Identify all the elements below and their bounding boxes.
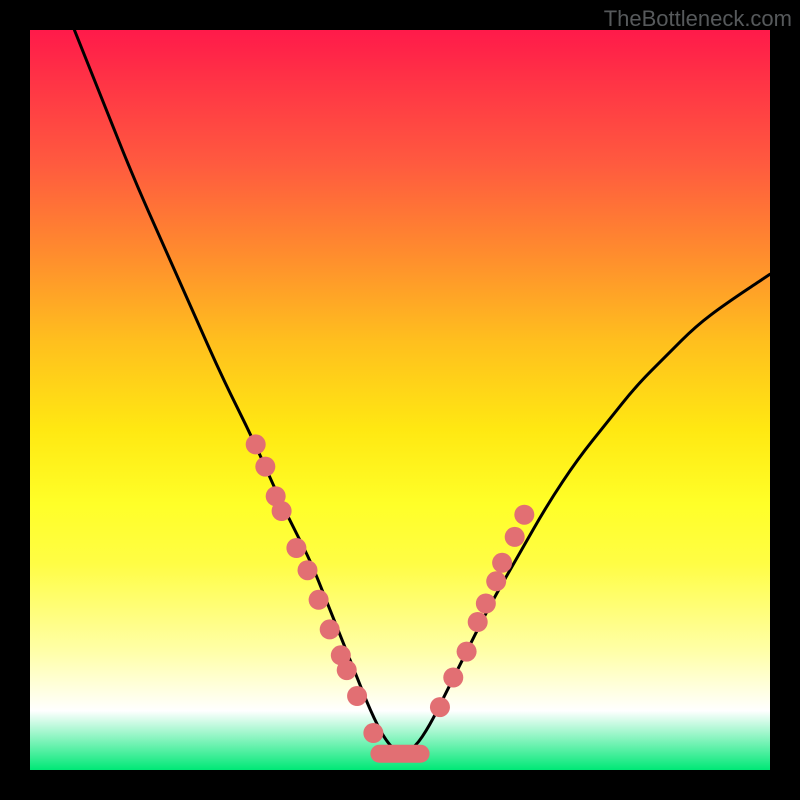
curve-marker-dot [457, 642, 477, 662]
curve-marker-dot [309, 590, 329, 610]
watermark-text: TheBottleneck.com [604, 6, 792, 32]
curve-marker-dot [255, 457, 275, 477]
curve-marker-dot [486, 571, 506, 591]
right-curve-markers [430, 505, 534, 717]
curve-marker-dot [246, 434, 266, 454]
curve-marker-dot [443, 668, 463, 688]
left-curve-markers [246, 434, 384, 743]
curve-marker-dot [505, 527, 525, 547]
curve-marker-dot [430, 697, 450, 717]
curve-marker-dot [272, 501, 292, 521]
curve-marker-dot [468, 612, 488, 632]
curve-marker-dot [363, 723, 383, 743]
chart-svg [30, 30, 770, 770]
curve-marker-dot [298, 560, 318, 580]
curve-marker-dot [320, 619, 340, 639]
valley-flat-marker [370, 745, 429, 763]
plot-area [30, 30, 770, 770]
curve-marker-dot [492, 553, 512, 573]
curve-marker-dot [286, 538, 306, 558]
curve-marker-dot [514, 505, 534, 525]
curve-marker-dot [476, 594, 496, 614]
bottleneck-curve [74, 30, 770, 753]
curve-marker-dot [337, 660, 357, 680]
curve-marker-dot [347, 686, 367, 706]
